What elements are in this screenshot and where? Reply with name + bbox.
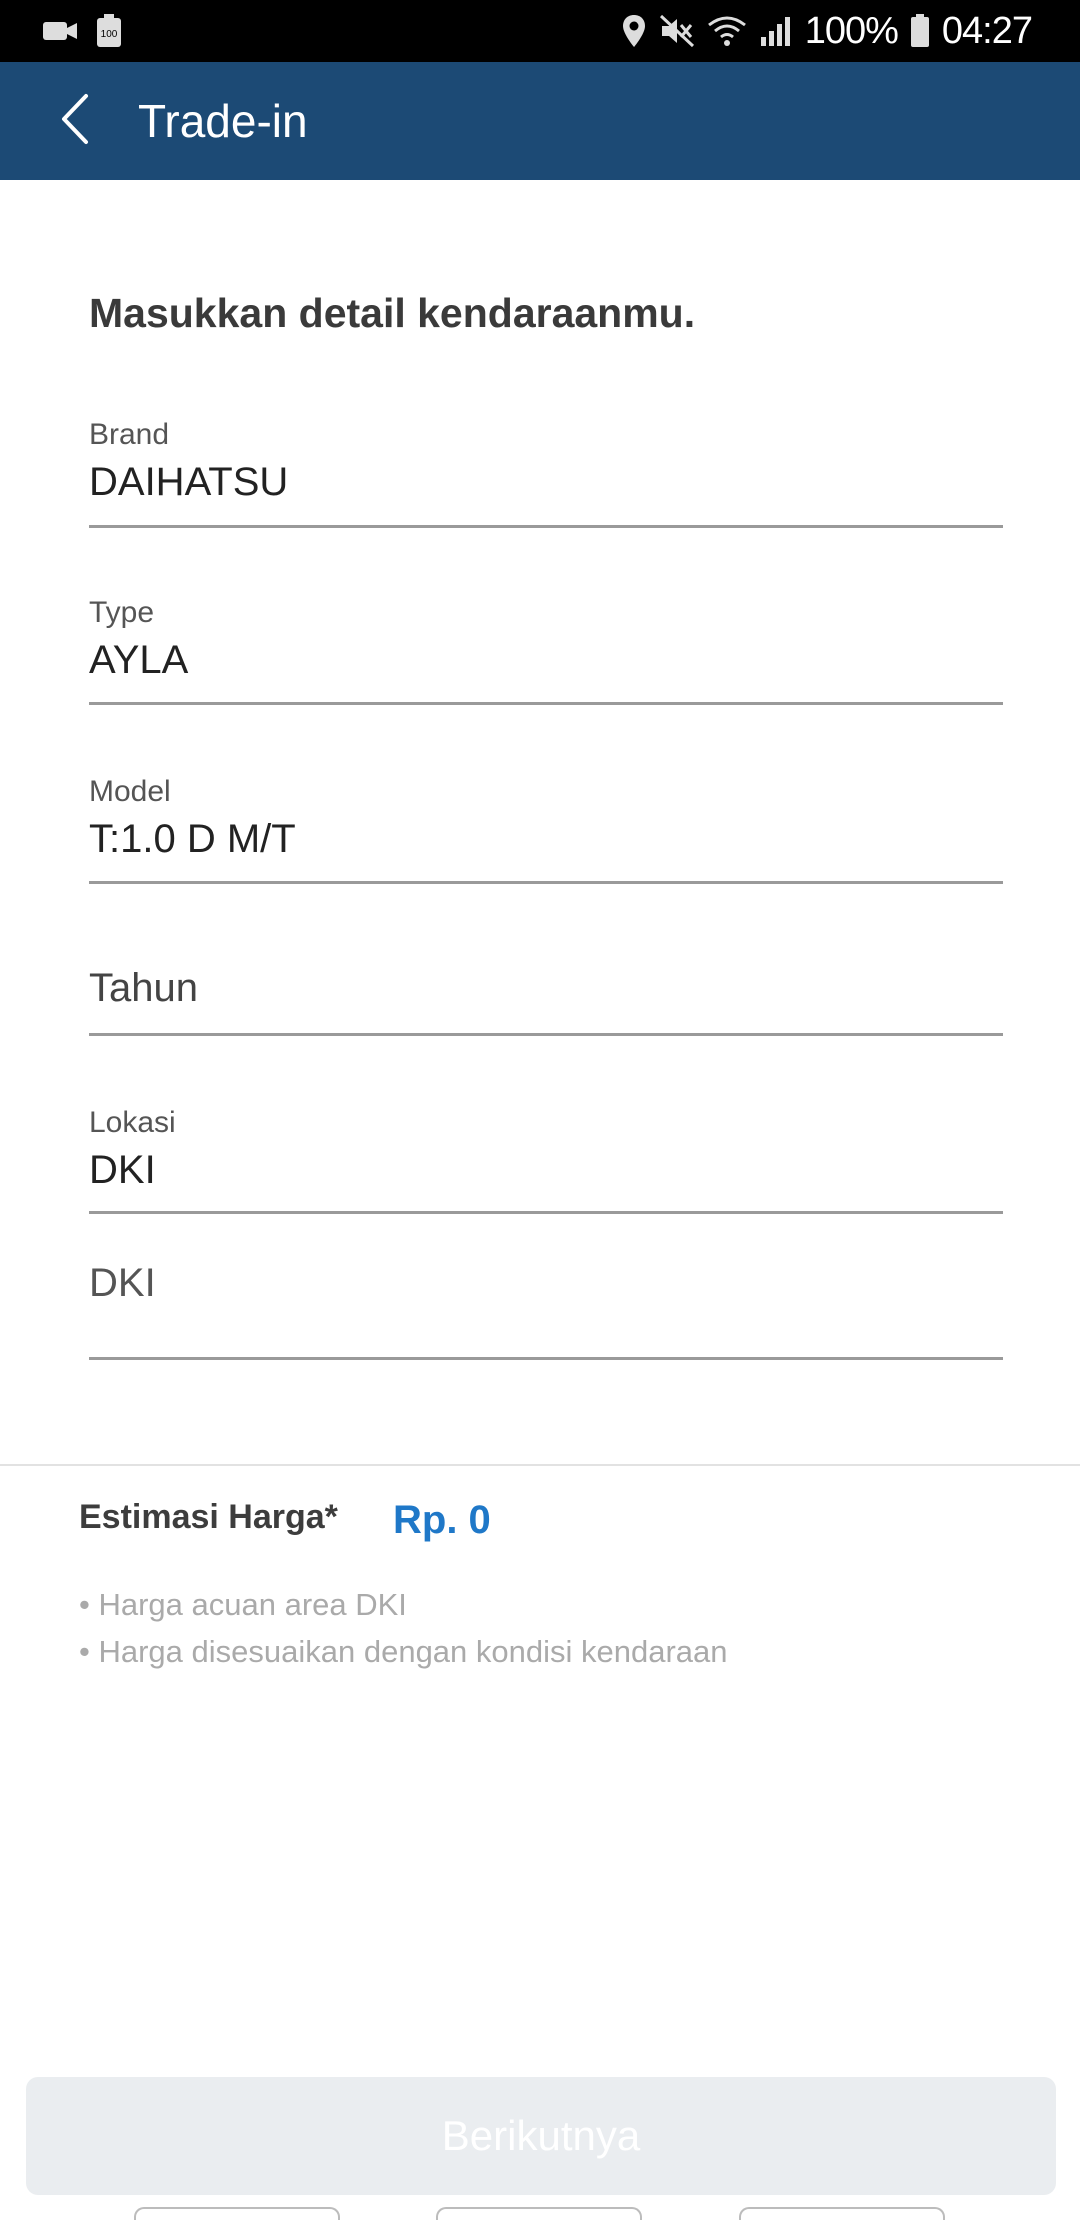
model-label: Model [89, 775, 171, 808]
clock: 04:27 [941, 9, 1033, 52]
status-bar: 100 100% 04:27 [0, 0, 1080, 62]
battery-icon [910, 14, 930, 48]
next-button[interactable]: Berikutnya [26, 2077, 1056, 2195]
model-field[interactable]: Model T:1.0 D M/T [89, 769, 1003, 884]
location-label: Lokasi [89, 1106, 176, 1139]
model-value: T:1.0 D M/T [89, 817, 296, 861]
location-value: DKI [89, 1148, 156, 1192]
location-field[interactable]: Lokasi DKI [89, 1100, 1003, 1214]
mute-icon [659, 14, 695, 48]
type-field[interactable]: Type AYLA [89, 590, 1003, 705]
brand-value: DAIHATSU [89, 460, 289, 504]
svg-text:100: 100 [101, 29, 118, 40]
form-heading: Masukkan detail kendaraanmu. [89, 290, 696, 336]
region-field[interactable]: DKI [89, 1215, 1003, 1360]
bottom-nav-item-2 [436, 2207, 642, 2220]
estimate-note-area: • Harga acuan area DKI [79, 1587, 407, 1622]
page-title: Trade-in [138, 95, 308, 147]
year-placeholder: Tahun [89, 966, 198, 1010]
type-value: AYLA [89, 638, 189, 682]
back-button[interactable] [40, 86, 110, 156]
estimate-value: Rp. 0 [393, 1498, 491, 1542]
brand-field[interactable]: Brand DAIHATSU [89, 412, 1003, 528]
year-field[interactable]: Tahun [89, 940, 1003, 1036]
bottom-nav-item-1 [134, 2207, 340, 2220]
estimate-label: Estimasi Harga* [79, 1498, 338, 1536]
status-bar-right: 100% 04:27 [621, 0, 1033, 62]
signal-icon [759, 15, 793, 47]
battery-percent: 100% [804, 9, 899, 52]
location-icon [621, 14, 647, 48]
chevron-left-icon [60, 93, 90, 150]
estimate-note-condition: • Harga disesuaikan dengan kondisi kenda… [79, 1634, 728, 1669]
brand-label: Brand [89, 418, 170, 451]
video-camera-icon [42, 18, 78, 44]
type-label: Type [89, 596, 155, 629]
app-bar: Trade-in [0, 62, 1080, 180]
divider [0, 1464, 1080, 1466]
battery-saver-icon: 100 [96, 14, 122, 48]
bottom-nav-item-3 [739, 2207, 945, 2220]
region-value: DKI [89, 1261, 156, 1305]
status-bar-left: 100 [42, 0, 122, 62]
wifi-icon [707, 15, 747, 47]
